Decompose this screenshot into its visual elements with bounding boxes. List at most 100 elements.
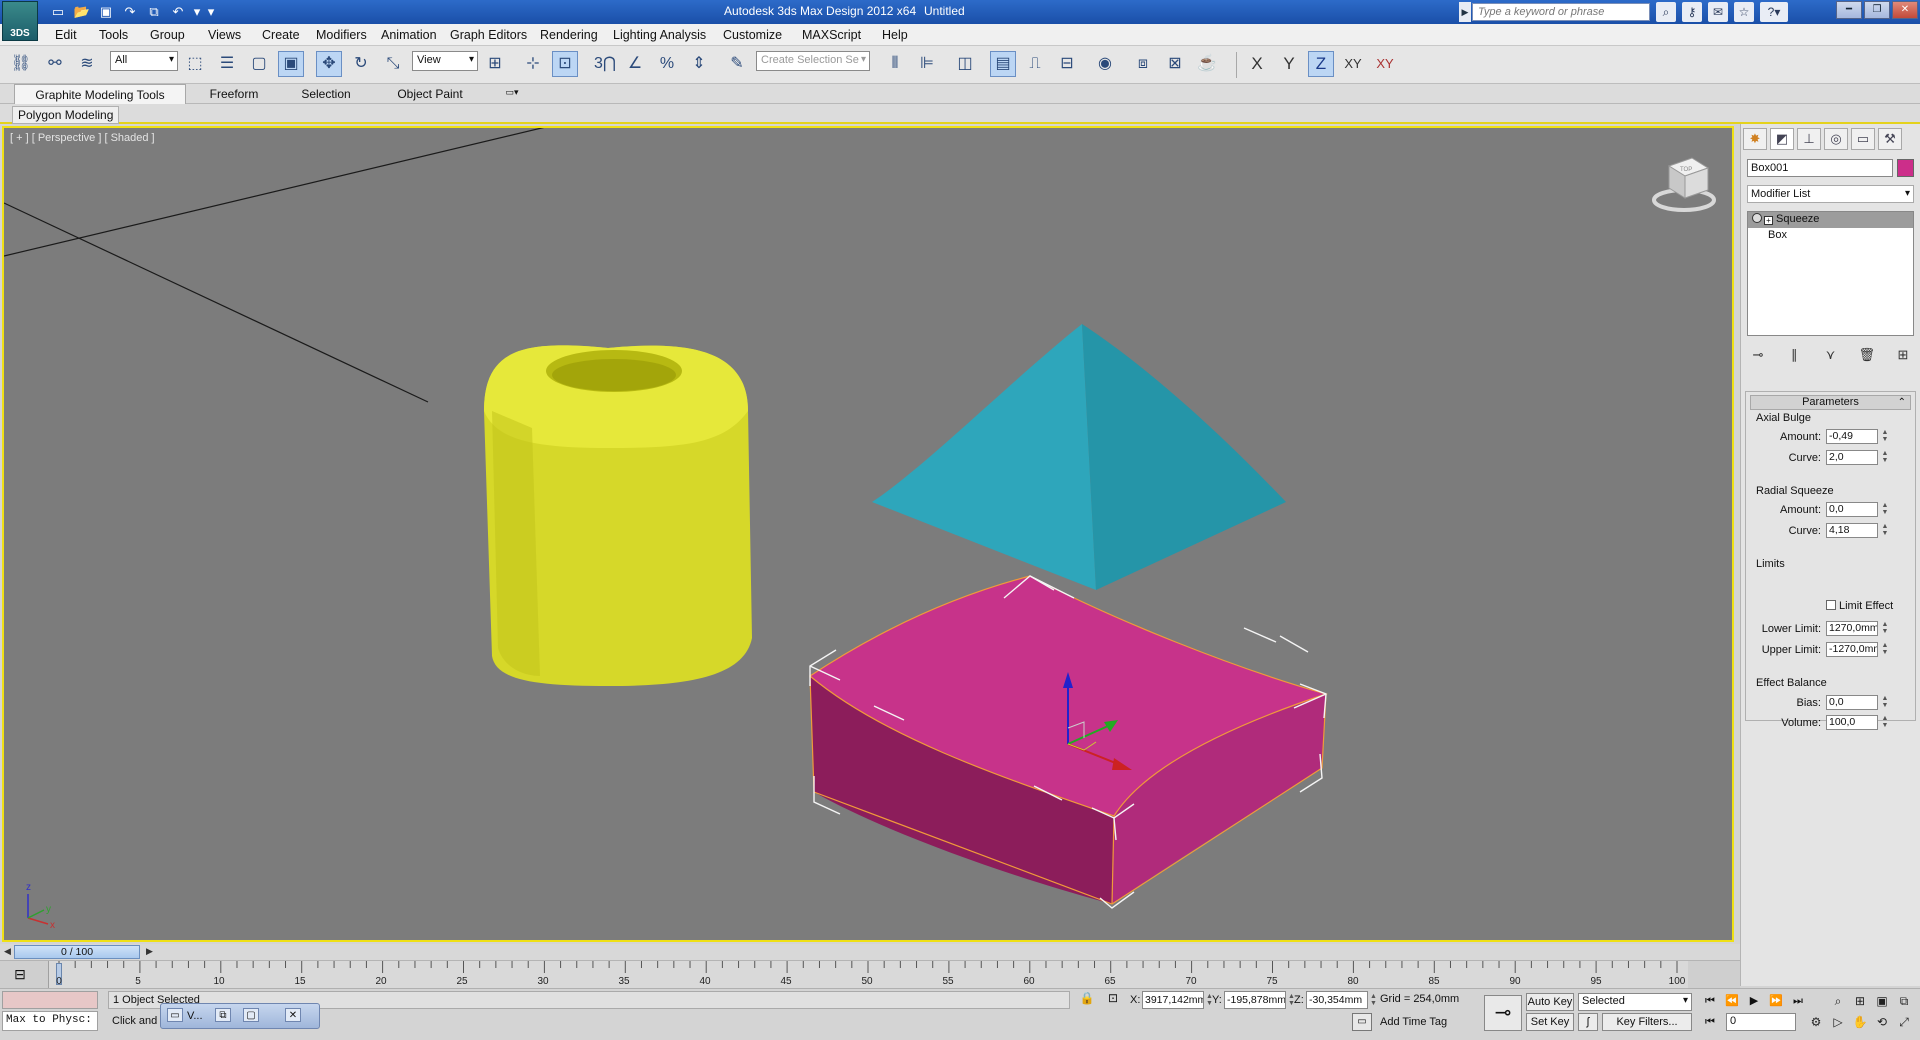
redo-icon[interactable]: ↷ [120,2,140,21]
help-icon[interactable]: ?▾ [1760,2,1788,22]
select-by-name-icon[interactable]: ☰ [214,51,240,77]
pyramid-object[interactable] [872,324,1286,590]
menu-views[interactable]: Views [208,28,241,42]
time-slider-thumb[interactable]: 0 / 100 [14,945,140,959]
menu-create[interactable]: Create [262,28,300,42]
menu-lighting-analysis[interactable]: Lighting Analysis [613,28,706,42]
coord-z-field[interactable]: -30,354mm [1306,991,1368,1009]
menu-maxscript[interactable]: MAXScript [802,28,861,42]
spinner-arrows-icon[interactable]: ▲ ▼ [1881,450,1889,465]
bind-to-space-warp-icon[interactable]: ≋ [74,51,100,77]
checkbox-icon[interactable] [1826,600,1836,610]
viewport-label[interactable]: [ + ] [ Perspective ] [ Shaded ] [10,132,155,144]
time-slider[interactable]: ◀ 0 / 100 ▶ [0,944,1740,960]
time-prev-icon[interactable]: ◀ [4,946,11,957]
track-bar-ruler[interactable]: 0 5 10 15 20 25 30 35 40 45 50 55 60 65 … [48,961,1688,989]
radial-squeeze-curve-spinner[interactable]: 4,18 [1826,523,1878,538]
cylinder-object[interactable] [484,345,752,686]
orbit-icon[interactable]: ⟲ [1872,1013,1892,1031]
select-and-link-icon[interactable]: ⛓ [8,51,34,77]
auto-key-button[interactable]: Auto Key [1526,993,1574,1011]
motion-tab-icon[interactable]: ◎ [1824,128,1848,150]
search-expand-icon[interactable]: ▶ [1459,2,1471,22]
graphite-toggle-icon[interactable]: ▤ [990,51,1016,77]
configure-sets-icon[interactable]: ⊞ [1892,344,1914,366]
tab-object-paint[interactable]: Object Paint [380,84,480,104]
perspective-viewport[interactable]: TOP z x y [ + ] [ Perspective ] [ Shaded… [2,126,1734,942]
hold-icon[interactable]: ⧉ [144,2,164,21]
ribbon-options-icon[interactable]: ▭▾ [500,87,524,101]
new-file-icon[interactable]: ▭ [48,2,68,21]
curve-editor-icon[interactable]: ⎍ [1022,51,1048,77]
display-tab-icon[interactable]: ▭ [1851,128,1875,150]
selection-lock-icon[interactable]: 🔒 [1078,991,1096,1009]
pan-view-icon[interactable]: ✋ [1850,1013,1870,1031]
field-of-view-icon[interactable]: ▷ [1828,1013,1848,1031]
select-and-move-icon[interactable]: ✥ [316,51,342,77]
axial-bulge-curve-spinner[interactable]: 2,0 [1826,450,1878,465]
app-logo[interactable]: 3DS [2,1,38,41]
select-manipulate-icon[interactable]: ⊹ [520,51,546,77]
menu-customize[interactable]: Customize [723,28,782,42]
favorites-icon[interactable]: ☆ [1734,2,1754,22]
search-input[interactable]: Type a keyword or phrase [1472,3,1650,21]
undo-icon[interactable]: ↶ [168,2,188,21]
edit-named-selection-icon[interactable]: ✎ [724,51,750,77]
axis-z-button[interactable]: Z [1308,51,1334,77]
modify-tab-icon[interactable]: ◩ [1770,128,1794,150]
spinner-arrows-icon[interactable]: ▲ ▼ [1881,523,1889,538]
select-and-rotate-icon[interactable]: ↻ [348,51,374,77]
menu-modifiers[interactable]: Modifiers [316,28,367,42]
viewcube[interactable]: TOP [1652,157,1716,212]
box-object[interactable] [808,575,1329,909]
minimized-window-button[interactable]: ▭ V... ⧉ ▢ ✕ [160,1003,320,1029]
maxscript-mini-listener[interactable]: Max to Physc: [2,1011,98,1031]
angle-snap-icon[interactable]: ∠ [622,51,648,77]
select-and-scale-icon[interactable]: ⤡ [380,51,406,77]
render-setup-icon[interactable]: ⧈ [1130,51,1156,77]
radial-squeeze-amount-spinner[interactable]: 0,0 [1826,502,1878,517]
axis-xy-button[interactable]: XY [1340,51,1366,77]
volume-spinner[interactable]: 100,0 [1826,715,1878,730]
selection-filter-dropdown[interactable]: All [110,51,178,71]
mini-curve-editor-icon[interactable]: ⊟ [10,965,30,983]
reference-coordinate-dropdown[interactable]: View [412,51,478,71]
close-button[interactable]: ✕ [1892,1,1918,19]
named-selection-dropdown[interactable]: Create Selection Se [756,51,870,71]
expand-icon[interactable]: + [1764,216,1773,225]
utilities-tab-icon[interactable]: ⚒ [1878,128,1902,150]
next-frame-icon[interactable]: ⏩ [1766,992,1786,1010]
bias-spinner[interactable]: 0,0 [1826,695,1878,710]
align-icon[interactable]: ⊫ [914,51,940,77]
object-color-swatch[interactable] [1897,159,1914,177]
hierarchy-tab-icon[interactable]: ⊥ [1797,128,1821,150]
spinner-arrows-icon[interactable]: ▲ ▼ [1881,429,1889,444]
menu-edit[interactable]: Edit [55,28,77,42]
tab-graphite-modeling-tools[interactable]: Graphite Modeling Tools [14,84,186,104]
axis-y-button[interactable]: Y [1276,51,1302,77]
add-time-tag[interactable]: Add Time Tag [1380,1016,1447,1028]
pin-stack-icon[interactable]: ⊸ [1747,344,1769,366]
set-keys-icon[interactable]: ⊸ [1484,995,1522,1031]
stack-item-box[interactable]: Box [1748,228,1913,244]
menu-tools[interactable]: Tools [99,28,128,42]
axis-x-button[interactable]: X [1244,51,1270,77]
maximize-button[interactable]: ❐ [1864,1,1890,19]
unlink-icon[interactable]: ⚯ [42,51,68,77]
set-key-button[interactable]: Set Key [1526,1013,1574,1031]
menu-animation[interactable]: Animation [381,28,437,42]
zoom-extents-all-icon[interactable]: ⧉ [1894,992,1914,1010]
binoculars-icon[interactable]: ⌕ [1656,2,1676,22]
spinner-arrows-icon[interactable]: ▲ ▼ [1881,695,1889,710]
make-unique-icon[interactable]: ⋎ [1820,344,1842,366]
keyboard-shortcut-override-icon[interactable]: ⊡ [552,51,578,77]
menu-help[interactable]: Help [882,28,908,42]
lower-limit-spinner[interactable]: 1270,0mm [1826,621,1878,636]
coord-x-field[interactable]: 3917,142mm [1142,991,1204,1009]
pivot-center-icon[interactable]: ⊞ [482,51,508,77]
polygon-modeling-panel[interactable]: Polygon Modeling [12,106,120,124]
minimize-button[interactable]: ━ [1836,1,1862,19]
layer-manager-icon[interactable]: ◫ [952,51,978,77]
render-teapot-icon[interactable]: ☕ [1194,51,1220,77]
object-name-field[interactable]: Box001 [1747,159,1893,177]
